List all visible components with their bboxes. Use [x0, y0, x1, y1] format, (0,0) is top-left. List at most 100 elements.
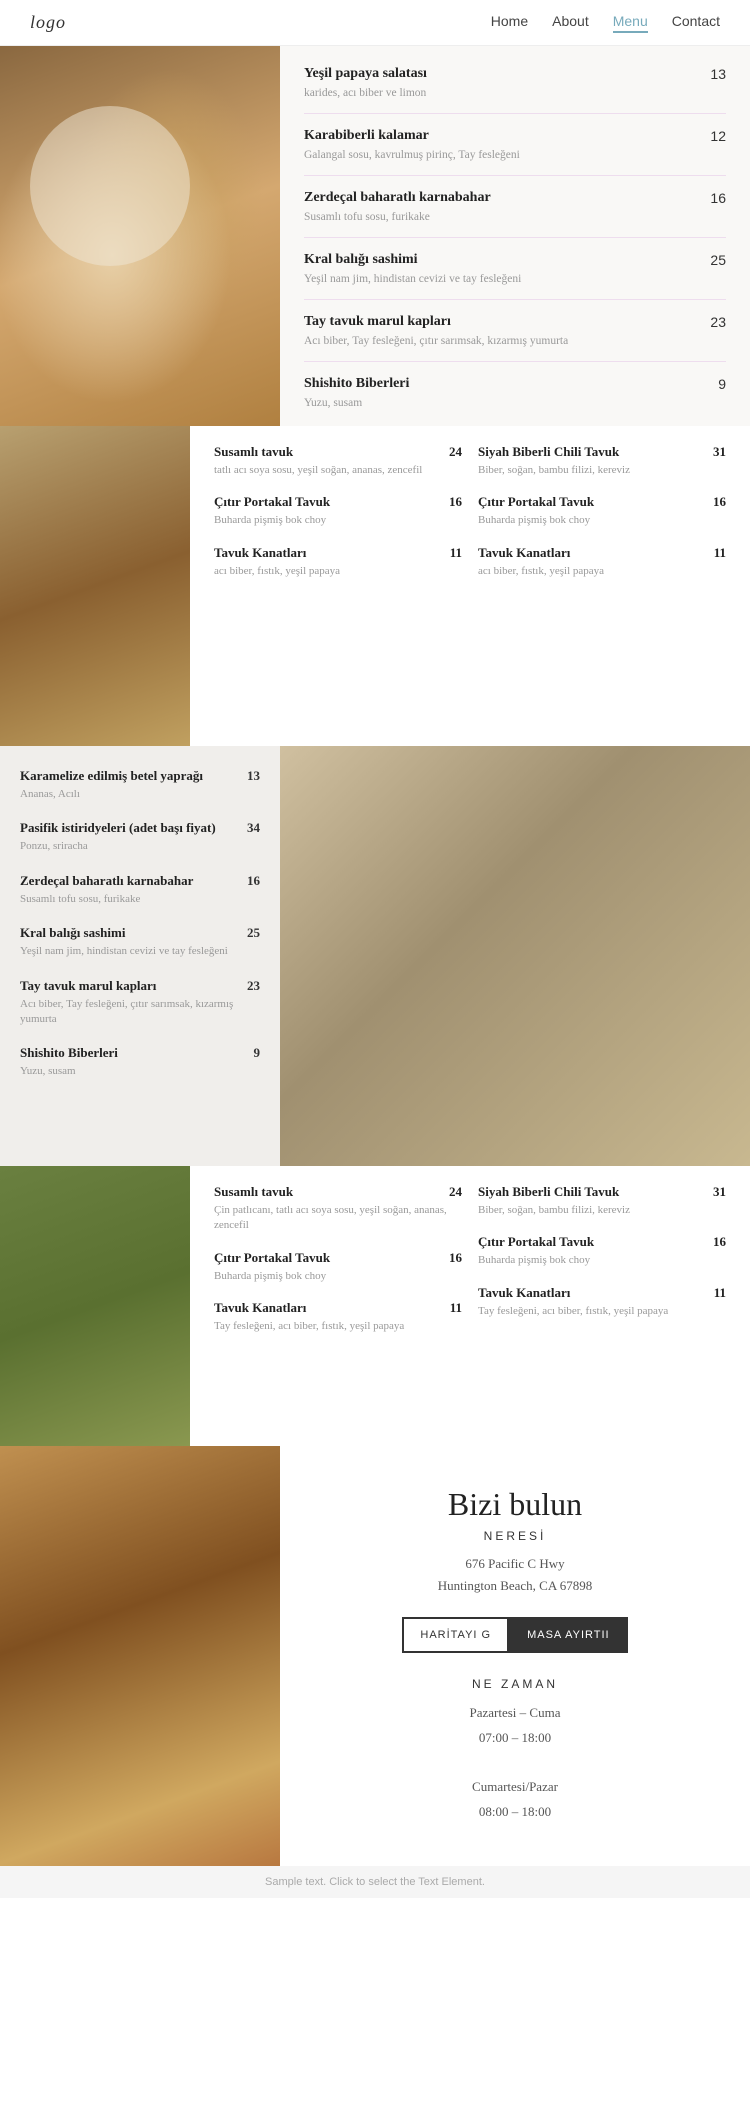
- menu-item-left: Karabiberli kalamar Galangal sosu, kavru…: [304, 128, 704, 163]
- menu-col-item-header: Susamlı tavuk 24: [214, 444, 462, 460]
- menu4-col-item: Çıtır Portakal Tavuk 16 Buharda pişmiş b…: [214, 1250, 462, 1284]
- col4-item-price: 16: [713, 1234, 726, 1250]
- col-item-name: Siyah Biberli Chili Tavuk: [478, 444, 619, 460]
- menu4-col-left: Susamlı tavuk 24 Çin patlıcanı, tatlı ac…: [206, 1184, 470, 1428]
- menu-item-desc: Galangal sosu, kavrulmuş pirinç, Tay fes…: [304, 147, 704, 163]
- menu-col-item-header: Çıtır Portakal Tavuk 16: [214, 494, 462, 510]
- menu-col-item: Tavuk Kanatları 11 acı biber, fıstık, ye…: [478, 545, 726, 579]
- menu-col-item: Çıtır Portakal Tavuk 16 Buharda pişmiş b…: [478, 494, 726, 528]
- s3-item-desc: Susamlı tofu sosu, furikake: [20, 892, 260, 907]
- col4-item-name: Tavuk Kanatları: [478, 1285, 570, 1301]
- s3-item-price: 16: [247, 873, 260, 889]
- menu-col-item: Çıtır Portakal Tavuk 16 Buharda pişmiş b…: [214, 494, 462, 528]
- menu-item-left: Yeşil papaya salatası karides, acı biber…: [304, 66, 704, 101]
- col4-item-name: Siyah Biberli Chili Tavuk: [478, 1184, 619, 1200]
- findus-when-label: NE ZAMAN: [310, 1677, 720, 1691]
- s3-item-header: Tay tavuk marul kapları 23: [20, 978, 260, 994]
- s3-item-name: Kral balığı sashimi: [20, 925, 125, 941]
- menu4-col-item: Tavuk Kanatları 11 Tay fesleğeni, acı bi…: [214, 1300, 462, 1334]
- col-item-price: 31: [713, 444, 726, 460]
- menu-item: Zerdeçal baharatlı karnabahar Susamlı to…: [304, 190, 726, 238]
- findus-hours: Pazartesi – Cuma 07:00 – 18:00 Cumartesi…: [310, 1701, 720, 1824]
- menu-left: Karamelize edilmiş betel yaprağı 13 Anan…: [0, 746, 280, 1166]
- col-item-desc: acı biber, fıstık, yeşil papaya: [214, 564, 462, 579]
- s3-item-header: Zerdeçal baharatlı karnabahar 16: [20, 873, 260, 889]
- menu-item-price: 13: [704, 66, 726, 82]
- map-button[interactable]: HARİTAYI G: [402, 1617, 509, 1653]
- s3-item-price: 25: [247, 925, 260, 941]
- col-item-desc: Buharda pişmiş bok choy: [478, 513, 726, 528]
- hours-weekend-time: 08:00 – 18:00: [310, 1800, 720, 1825]
- s3-item-name: Zerdeçal baharatlı karnabahar: [20, 873, 193, 889]
- s3-item-header: Shishito Biberleri 9: [20, 1045, 260, 1061]
- menu-item: Yeşil papaya salatası karides, acı biber…: [304, 66, 726, 114]
- findus-image: [0, 1446, 280, 1866]
- col4-item-name: Çıtır Portakal Tavuk: [214, 1250, 330, 1266]
- menu-four-col: Susamlı tavuk 24 Çin patlıcanı, tatlı ac…: [190, 1166, 750, 1446]
- s3-item-desc: Ponzu, sriracha: [20, 839, 260, 854]
- hero-image: [0, 46, 280, 426]
- s3-menu-item: Tay tavuk marul kapları 23 Acı biber, Ta…: [20, 978, 260, 1028]
- nav-about[interactable]: About: [552, 13, 589, 33]
- col4-item-price: 16: [449, 1250, 462, 1266]
- menu-item: Shishito Biberleri Yuzu, susam 9: [304, 376, 726, 423]
- menu-col-left: Susamlı tavuk 24 tatlı acı soya sosu, ye…: [206, 444, 470, 728]
- col-item-price: 16: [713, 494, 726, 510]
- menu4-col-item: Siyah Biberli Chili Tavuk 31 Biber, soğa…: [478, 1184, 726, 1218]
- nav-home[interactable]: Home: [491, 13, 528, 33]
- col-item-name: Çıtır Portakal Tavuk: [478, 494, 594, 510]
- menu4-col-item-header: Çıtır Portakal Tavuk 16: [478, 1234, 726, 1250]
- menu-item-left: Zerdeçal baharatlı karnabahar Susamlı to…: [304, 190, 704, 225]
- findus-title: Bizi bulun: [310, 1486, 720, 1523]
- s3-menu-item: Shishito Biberleri 9 Yuzu, susam: [20, 1045, 260, 1079]
- nav-menu[interactable]: Menu: [613, 13, 648, 33]
- findus-where-label: NERESİ: [310, 1529, 720, 1543]
- findus-content: Bizi bulun NERESİ 676 Pacific C Hwy Hunt…: [280, 1446, 750, 1866]
- menu-item-price: 23: [704, 314, 726, 330]
- s3-menu-item: Kral balığı sashimi 25 Yeşil nam jim, hi…: [20, 925, 260, 959]
- menu4-col-item-header: Susamlı tavuk 24: [214, 1184, 462, 1200]
- menu-col-item-header: Siyah Biberli Chili Tavuk 31: [478, 444, 726, 460]
- menu-item: Tay tavuk marul kapları Acı biber, Tay f…: [304, 314, 726, 362]
- col-item-price: 24: [449, 444, 462, 460]
- reserve-button[interactable]: MASA AYIRTII: [509, 1617, 628, 1653]
- menu-col-item: Siyah Biberli Chili Tavuk 31 Biber, soğa…: [478, 444, 726, 478]
- s3-item-desc: Yuzu, susam: [20, 1064, 260, 1079]
- menu-item: Karabiberli kalamar Galangal sosu, kavru…: [304, 128, 726, 176]
- bottom-note: Sample text. Click to select the Text El…: [0, 1866, 750, 1898]
- section-hero: Yeşil papaya salatası karides, acı biber…: [0, 46, 750, 426]
- col4-item-price: 24: [449, 1184, 462, 1200]
- menu4-col-item: Çıtır Portakal Tavuk 16 Buharda pişmiş b…: [478, 1234, 726, 1268]
- col4-item-name: Çıtır Portakal Tavuk: [478, 1234, 594, 1250]
- col-item-name: Tavuk Kanatları: [478, 545, 570, 561]
- menu-item-name: Karabiberli kalamar: [304, 128, 704, 144]
- address-line2: Huntington Beach, CA 67898: [438, 1578, 593, 1593]
- findus-buttons: HARİTAYI G MASA AYIRTII: [310, 1617, 720, 1653]
- section2-image: [0, 426, 190, 746]
- menu-item-desc: Yeşil nam jim, hindistan cevizi ve tay f…: [304, 271, 704, 287]
- s3-item-header: Kral balığı sashimi 25: [20, 925, 260, 941]
- s3-item-price: 34: [247, 820, 260, 836]
- col4-item-price: 11: [450, 1300, 462, 1316]
- col4-item-desc: Buharda pişmiş bok choy: [478, 1253, 726, 1268]
- menu-item-desc: Susamlı tofu sosu, furikake: [304, 209, 704, 225]
- menu-two-col: Susamlı tavuk 24 tatlı acı soya sosu, ye…: [190, 426, 750, 746]
- s3-item-desc: Ananas, Acılı: [20, 787, 260, 802]
- section3-image: [280, 746, 750, 1166]
- s3-item-desc: Yeşil nam jim, hindistan cevizi ve tay f…: [20, 944, 260, 959]
- s3-item-price: 23: [247, 978, 260, 994]
- col4-item-desc: Çin patlıcanı, tatlı acı soya sosu, yeşi…: [214, 1203, 462, 1234]
- col-item-price: 11: [714, 545, 726, 561]
- section-two: Susamlı tavuk 24 tatlı acı soya sosu, ye…: [0, 426, 750, 746]
- nav-contact[interactable]: Contact: [672, 13, 720, 33]
- navigation: logo Home About Menu Contact: [0, 0, 750, 46]
- menu-item-desc: Acı biber, Tay fesleğeni, çıtır sarımsak…: [304, 333, 704, 349]
- menu-col-right: Siyah Biberli Chili Tavuk 31 Biber, soğa…: [470, 444, 734, 728]
- menu4-col-item: Tavuk Kanatları 11 Tay fesleğeni, acı bi…: [478, 1285, 726, 1319]
- menu-item-price: 12: [704, 128, 726, 144]
- section-three: Karamelize edilmiş betel yaprağı 13 Anan…: [0, 746, 750, 1166]
- s3-menu-item: Karamelize edilmiş betel yaprağı 13 Anan…: [20, 768, 260, 802]
- col4-item-name: Tavuk Kanatları: [214, 1300, 306, 1316]
- col-item-price: 11: [450, 545, 462, 561]
- col-item-desc: Buharda pişmiş bok choy: [214, 513, 462, 528]
